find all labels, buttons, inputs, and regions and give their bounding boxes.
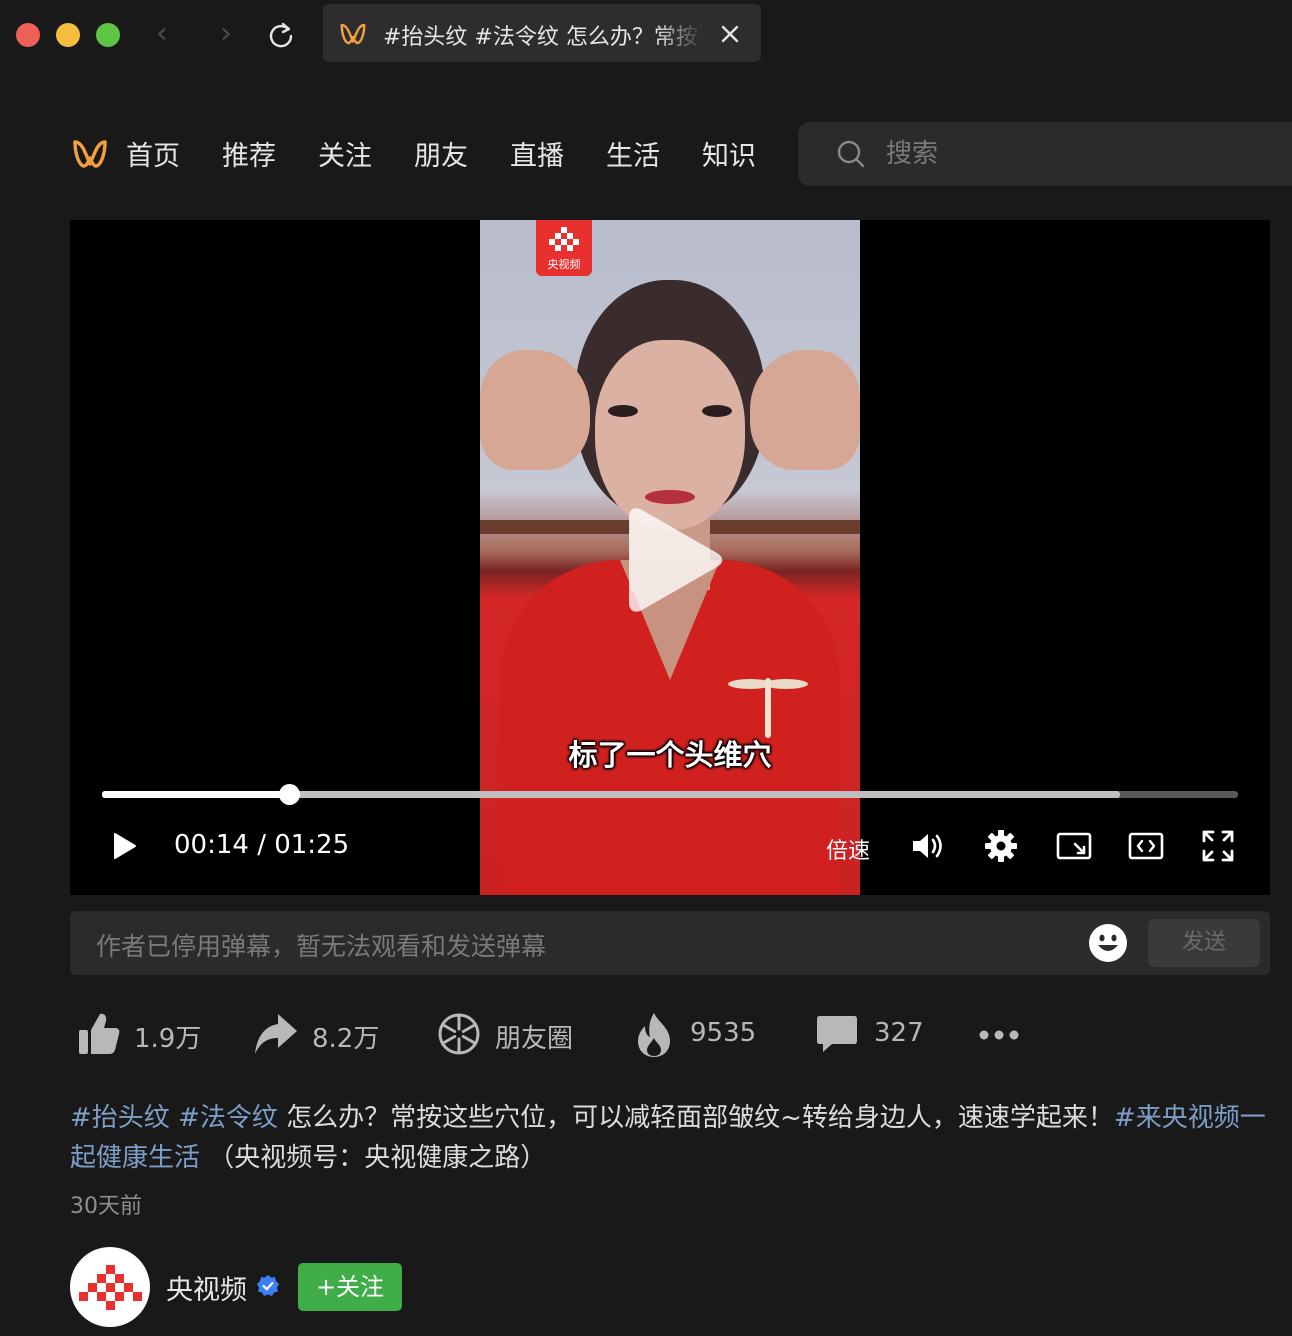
like-button[interactable]: 1.9万 bbox=[78, 1010, 218, 1060]
flame-icon bbox=[638, 1013, 670, 1057]
comment-count: 327 bbox=[874, 1018, 924, 1048]
moments-button[interactable]: 朋友圈 bbox=[437, 1010, 597, 1060]
thumbs-up-icon bbox=[79, 1013, 120, 1054]
video-person-hand bbox=[750, 350, 860, 470]
search-icon bbox=[837, 140, 865, 168]
nav-item-live[interactable]: 直播 bbox=[510, 134, 564, 173]
hot-button[interactable]: 9535 bbox=[636, 1010, 776, 1060]
watermark-label: 央视频 bbox=[547, 258, 581, 271]
nav-item-knowledge[interactable]: 知识 bbox=[702, 134, 756, 173]
hot-count: 9535 bbox=[690, 1018, 757, 1048]
video-person-eye bbox=[608, 405, 638, 417]
video-person-eye bbox=[702, 405, 732, 417]
aperture-icon bbox=[438, 1013, 480, 1055]
big-play-icon[interactable] bbox=[625, 507, 725, 613]
moments-label: 朋友圈 bbox=[495, 1024, 574, 1054]
search-input[interactable] bbox=[886, 136, 1186, 172]
video-description: #抬头纹 #法令纹 怎么办？常按这些穴位，可以减轻面部皱纹~转给身边人，速速学起… bbox=[70, 1098, 1280, 1178]
close-icon[interactable] bbox=[716, 20, 744, 48]
emoji-icon[interactable] bbox=[1088, 923, 1128, 963]
site-header: 首页 推荐 关注 朋友 直播 生活 知识 bbox=[0, 72, 1292, 212]
web-fullscreen-icon[interactable] bbox=[1127, 828, 1165, 864]
cctv-logo-icon bbox=[79, 1265, 142, 1310]
fullscreen-icon[interactable] bbox=[1200, 828, 1236, 864]
danmu-bar: 作者已停用弹幕，暂无法观看和发送弹幕 发送 bbox=[70, 911, 1270, 975]
cctv-watermark: 央视频 bbox=[536, 220, 592, 276]
description-source: （央视频号：央视健康之路） bbox=[200, 1143, 547, 1173]
share-button[interactable]: 8.2万 bbox=[254, 1010, 404, 1060]
like-count: 1.9万 bbox=[134, 1024, 202, 1054]
send-button[interactable]: 发送 bbox=[1148, 919, 1260, 967]
video-subtitle: 标了一个头维穴 bbox=[568, 738, 772, 772]
hashtag-link[interactable]: #法令纹 bbox=[178, 1103, 278, 1133]
browser-tab[interactable]: #抬头纹 #法令纹 怎么办？常按这些穴位 bbox=[323, 4, 761, 62]
share-count: 8.2万 bbox=[312, 1024, 380, 1054]
pip-icon[interactable] bbox=[1055, 828, 1093, 864]
search-box[interactable] bbox=[798, 122, 1292, 186]
progress-played bbox=[102, 791, 290, 798]
channels-logo-icon bbox=[340, 23, 366, 45]
nav-item-friends[interactable]: 朋友 bbox=[414, 134, 468, 173]
tab-title: #抬头纹 #法令纹 怎么办？常按这些穴位 bbox=[383, 25, 703, 50]
play-icon[interactable] bbox=[110, 828, 140, 864]
verified-badge-icon bbox=[257, 1275, 279, 1296]
speed-button[interactable]: 倍速 bbox=[826, 833, 870, 865]
video-person-hand bbox=[480, 350, 590, 470]
channels-logo-icon[interactable] bbox=[72, 138, 108, 170]
progress-handle[interactable] bbox=[279, 784, 301, 805]
share-icon bbox=[255, 1014, 297, 1054]
window-zoom-button[interactable] bbox=[96, 23, 120, 47]
gear-icon[interactable] bbox=[983, 828, 1019, 864]
video-person-lips bbox=[645, 490, 695, 504]
danmu-disabled-message: 作者已停用弹幕，暂无法观看和发送弹幕 bbox=[96, 932, 547, 961]
reload-icon[interactable] bbox=[266, 20, 296, 50]
time-display: 00:14 / 01:25 bbox=[174, 830, 350, 860]
description-text: 怎么办？常按这些穴位，可以减轻面部皱纹~转给身边人，速速学起来！ bbox=[277, 1103, 1114, 1133]
nav-item-following[interactable]: 关注 bbox=[318, 134, 372, 173]
nav-item-life[interactable]: 生活 bbox=[606, 134, 660, 173]
nav-item-home[interactable]: 首页 bbox=[126, 134, 180, 173]
browser-titlebar: ‹ › #抬头纹 #法令纹 怎么办？常按这些穴位 bbox=[0, 0, 1292, 72]
follow-button[interactable]: +关注 bbox=[298, 1263, 402, 1311]
comment-icon bbox=[817, 1016, 857, 1052]
progress-bar[interactable] bbox=[102, 784, 1238, 805]
video-player[interactable]: 央视频 标了一个头维穴 00:14 / 01:25 倍速 bbox=[70, 220, 1270, 895]
nav-item-recommend[interactable]: 推荐 bbox=[222, 134, 276, 173]
window-close-button[interactable] bbox=[16, 23, 40, 47]
cctv-logo-icon bbox=[549, 227, 579, 251]
comment-button[interactable]: 327 bbox=[816, 1010, 936, 1060]
volume-icon[interactable] bbox=[910, 828, 946, 864]
post-time: 30天前 bbox=[70, 1194, 142, 1219]
more-icon[interactable] bbox=[978, 1010, 1022, 1060]
window-minimize-button[interactable] bbox=[56, 23, 80, 47]
author-name[interactable]: 央视频 bbox=[166, 1268, 247, 1307]
back-icon[interactable]: ‹ bbox=[156, 18, 168, 50]
avatar[interactable] bbox=[70, 1247, 150, 1327]
hashtag-link[interactable]: #抬头纹 bbox=[70, 1103, 170, 1133]
forward-icon[interactable]: › bbox=[220, 18, 232, 50]
